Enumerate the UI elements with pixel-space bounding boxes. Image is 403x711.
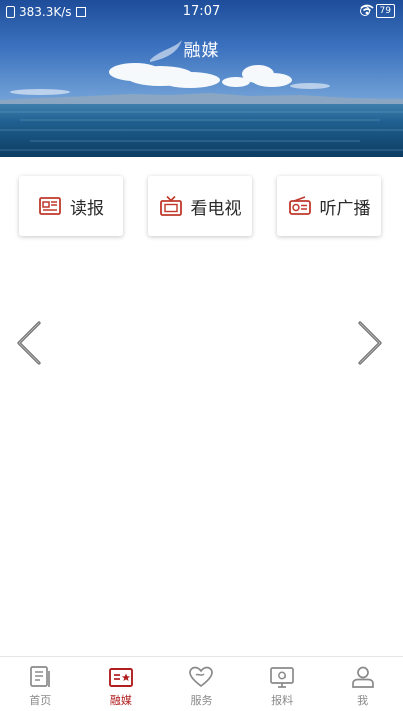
radio-icon bbox=[288, 196, 311, 215]
media-icon bbox=[108, 668, 133, 687]
watch-tv-button[interactable]: 看电视 bbox=[148, 176, 252, 236]
tv-icon bbox=[159, 195, 182, 216]
newspaper-icon bbox=[39, 197, 61, 215]
service-heart-icon bbox=[189, 666, 214, 688]
listen-radio-button[interactable]: 听广播 bbox=[277, 176, 381, 236]
read-newspaper-button[interactable]: 读报 bbox=[19, 176, 123, 236]
tab-home-label: 首页 bbox=[29, 694, 52, 707]
report-icon bbox=[270, 667, 294, 688]
home-doc-icon bbox=[30, 666, 51, 687]
read-newspaper-label: 读报 bbox=[70, 198, 104, 219]
wifi-icon bbox=[360, 4, 374, 15]
watch-tv-label: 看电视 bbox=[190, 198, 242, 219]
tab-report[interactable]: 报料 bbox=[242, 657, 323, 711]
bottom-tab-bar: 首页 融媒 服务 报料 我 bbox=[0, 656, 403, 711]
status-time: 17:07 bbox=[182, 4, 221, 19]
tab-me[interactable]: 我 bbox=[322, 657, 403, 711]
user-icon bbox=[351, 666, 374, 688]
tab-me-label: 我 bbox=[357, 694, 369, 707]
battery-indicator: 79 bbox=[375, 4, 395, 18]
tab-service[interactable]: 服务 bbox=[161, 657, 242, 711]
tab-media[interactable]: 融媒 bbox=[81, 657, 162, 711]
listen-radio-label: 听广播 bbox=[319, 198, 371, 219]
tab-home[interactable]: 首页 bbox=[0, 657, 81, 711]
page-title: 融媒 bbox=[183, 41, 220, 61]
hero-banner: 383.3K/s 17:07 79 融媒 bbox=[0, 0, 403, 157]
tab-service-label: 服务 bbox=[190, 694, 213, 707]
tab-media-label: 融媒 bbox=[109, 694, 132, 707]
tab-report-label: 报料 bbox=[271, 694, 294, 707]
chevron-right-icon[interactable] bbox=[355, 320, 385, 366]
chevron-left-icon[interactable] bbox=[14, 320, 44, 366]
status-bar: 383.3K/s 17:07 79 bbox=[0, 0, 403, 24]
